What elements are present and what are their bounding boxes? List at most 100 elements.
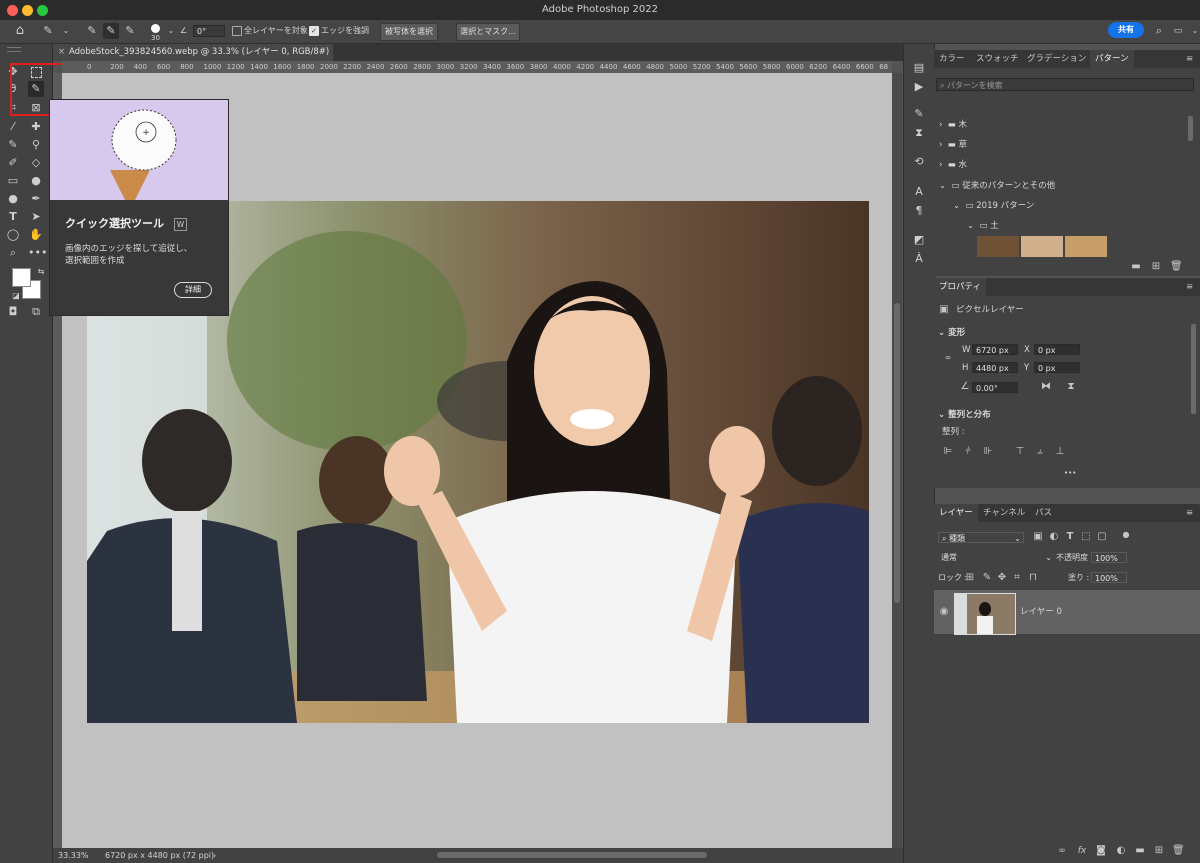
lock-transparent-pixels-icon[interactable]: ⊞ bbox=[964, 572, 976, 584]
folder-grass[interactable]: › ▬ 草 bbox=[939, 139, 967, 151]
toolbar-grip[interactable] bbox=[7, 47, 21, 52]
vertical-scroll-thumb[interactable] bbox=[894, 303, 900, 603]
angle-input[interactable]: 0° bbox=[193, 25, 225, 37]
eraser-tool-icon[interactable]: ◇ bbox=[28, 155, 44, 171]
horizontal-scroll-thumb[interactable] bbox=[437, 852, 707, 858]
layer-name[interactable]: レイヤー 0 bbox=[1020, 606, 1062, 618]
pattern-swatch[interactable] bbox=[1065, 236, 1107, 257]
brush-tool-icon[interactable]: ✎ bbox=[5, 137, 21, 153]
align-left-icon[interactable]: ⊫ bbox=[942, 446, 954, 458]
brush-settings-icon[interactable]: ✎ bbox=[912, 107, 926, 121]
properties-scroll-thumb[interactable] bbox=[1191, 324, 1196, 414]
ellipse-tool-icon[interactable]: ◯ bbox=[5, 227, 21, 243]
adjustments-icon[interactable]: ⧗ bbox=[912, 126, 926, 140]
vertical-scrollbar[interactable] bbox=[892, 73, 902, 848]
dodge-tool-icon[interactable]: ● bbox=[5, 191, 21, 207]
transform-section[interactable]: ⌄ 変形 bbox=[938, 327, 965, 339]
history-brush-tool-icon[interactable]: ✐ bbox=[5, 155, 21, 171]
share-button[interactable]: 共有 bbox=[1108, 22, 1144, 38]
hand-tool-icon[interactable]: ✋ bbox=[28, 227, 44, 243]
pattern-swatch[interactable] bbox=[977, 236, 1019, 257]
glyphs-icon[interactable]: ◩ bbox=[912, 233, 926, 247]
layer-style-fx-icon[interactable]: fx bbox=[1076, 845, 1088, 857]
chevron-down-icon[interactable]: ⌄ bbox=[58, 23, 74, 39]
close-tab-icon[interactable]: × bbox=[58, 44, 65, 61]
filter-type-icon[interactable]: T bbox=[1064, 531, 1076, 543]
panel-menu-icon[interactable]: ≡ bbox=[1186, 504, 1193, 522]
blur-tool-icon[interactable]: ● bbox=[28, 173, 44, 189]
align-right-icon[interactable]: ⊪ bbox=[982, 446, 994, 458]
enhance-edge-checkbox[interactable]: ✓ bbox=[309, 26, 319, 36]
screen-mode-icon[interactable]: ⧉ bbox=[28, 304, 44, 320]
character-styles-icon[interactable]: Ȧ bbox=[912, 252, 926, 266]
new-layer-icon[interactable]: ⊞ bbox=[1153, 845, 1165, 857]
foreground-color-swatch[interactable] bbox=[12, 268, 31, 287]
home-icon[interactable]: ⌂ bbox=[12, 23, 28, 39]
new-group-icon[interactable]: ▬ bbox=[1134, 845, 1146, 857]
blend-mode-select[interactable]: 通常 ⌄ bbox=[938, 552, 1054, 563]
tab-patterns[interactable]: パターン bbox=[1090, 50, 1134, 68]
document-info[interactable]: 6720 px x 4480 px (72 ppi) bbox=[105, 851, 214, 861]
new-group-icon[interactable]: ▬ bbox=[1130, 261, 1142, 273]
align-middle-icon[interactable]: ⫨ bbox=[1034, 446, 1046, 458]
tab-properties[interactable]: プロパティ bbox=[934, 278, 986, 296]
brush-options-chevron-icon[interactable]: ⌄ bbox=[163, 23, 179, 39]
align-section[interactable]: ⌄ 整列と分布 bbox=[938, 409, 991, 421]
layer-row[interactable]: ◉ レイヤー 0 bbox=[934, 590, 1200, 635]
tab-gradients[interactable]: グラデーション bbox=[1027, 50, 1086, 68]
default-colors-icon[interactable]: ◪ bbox=[8, 288, 24, 304]
patterns-scroll-thumb[interactable] bbox=[1188, 116, 1193, 141]
opacity-input[interactable]: 100% bbox=[1091, 552, 1127, 563]
gradient-tool-icon[interactable]: ▭ bbox=[5, 173, 21, 189]
sample-all-layers-checkbox[interactable] bbox=[232, 26, 242, 36]
quick-mask-icon[interactable]: ◘ bbox=[5, 304, 21, 320]
clone-stamp-tool-icon[interactable]: ⚲ bbox=[28, 137, 44, 153]
document-tab[interactable]: × AdobeStock_393824560.webp @ 33.3% (レイヤ… bbox=[53, 44, 333, 74]
lock-artboard-icon[interactable]: ⌗ bbox=[1011, 572, 1023, 584]
tab-layers[interactable]: レイヤー bbox=[934, 504, 978, 522]
panel-menu-icon[interactable]: ≡ bbox=[1186, 278, 1193, 296]
link-icon[interactable]: ∞ bbox=[942, 352, 954, 364]
zoom-tool-icon[interactable]: ⌕ bbox=[5, 245, 21, 261]
more-options-button[interactable]: ••• bbox=[1064, 467, 1076, 479]
edit-toolbar-icon[interactable]: ••• bbox=[28, 245, 47, 261]
filter-smart-object-icon[interactable]: ▢ bbox=[1096, 531, 1108, 543]
lock-all-icon[interactable]: ⊓ bbox=[1027, 572, 1039, 584]
search-icon[interactable]: ⌕ bbox=[1151, 23, 1167, 39]
select-subject-button[interactable]: 被写体を選択 bbox=[380, 23, 438, 41]
select-and-mask-button[interactable]: 選択とマスク... bbox=[456, 23, 520, 41]
new-pattern-icon[interactable]: ⊞ bbox=[1150, 261, 1162, 273]
actions-play-icon[interactable]: ▶ bbox=[912, 80, 926, 94]
lock-position-icon[interactable]: ✥ bbox=[996, 572, 1008, 584]
workspace-icon[interactable]: ▭ bbox=[1170, 23, 1186, 39]
pattern-search-input[interactable]: ⌕ パターンを検索 bbox=[936, 78, 1194, 91]
swap-colors-icon[interactable]: ⇆ bbox=[33, 264, 49, 280]
flip-horizontal-icon[interactable]: ⧓ bbox=[1040, 381, 1052, 393]
workspace-chevron-icon[interactable]: ⌄ bbox=[1187, 23, 1200, 39]
add-to-selection-brush-icon[interactable]: ✎ bbox=[103, 23, 119, 39]
filter-pixel-icon[interactable]: ▣ bbox=[1032, 531, 1044, 543]
history-icon[interactable]: ▤ bbox=[912, 61, 926, 75]
tool-preset-picker-icon[interactable]: ✎ bbox=[40, 23, 56, 39]
visibility-eye-icon[interactable]: ◉ bbox=[938, 606, 950, 618]
3d-icon[interactable]: ⟲ bbox=[912, 155, 926, 169]
delete-icon[interactable]: 🗑 bbox=[1170, 261, 1183, 273]
status-menu-chevron-icon[interactable]: › bbox=[213, 851, 216, 861]
filter-shape-icon[interactable]: ⬚ bbox=[1080, 531, 1092, 543]
tab-color[interactable]: カラー bbox=[939, 50, 965, 68]
type-tool-icon[interactable]: T bbox=[5, 209, 21, 225]
align-bottom-icon[interactable]: ⊥ bbox=[1054, 446, 1066, 458]
pattern-swatch[interactable] bbox=[1021, 236, 1063, 257]
eyedropper-tool-icon[interactable]: ⁄ bbox=[5, 119, 21, 135]
lock-image-pixels-icon[interactable]: ✎ bbox=[981, 572, 993, 584]
folder-water[interactable]: › ▬ 水 bbox=[939, 159, 967, 171]
folder-soil[interactable]: ⌄ ▭ 土 bbox=[967, 220, 999, 232]
zoom-level[interactable]: 33.33% bbox=[58, 851, 89, 861]
tooltip-details-button[interactable]: 詳細 bbox=[174, 282, 212, 298]
panel-menu-icon[interactable]: ≡ bbox=[1186, 50, 1193, 68]
brush-size-icon[interactable] bbox=[151, 24, 160, 33]
character-icon[interactable]: A bbox=[912, 185, 926, 199]
healing-brush-tool-icon[interactable]: ✚ bbox=[28, 119, 44, 135]
link-layers-icon[interactable]: ∞ bbox=[1056, 845, 1068, 857]
tab-channels[interactable]: チャンネル bbox=[983, 504, 1025, 522]
